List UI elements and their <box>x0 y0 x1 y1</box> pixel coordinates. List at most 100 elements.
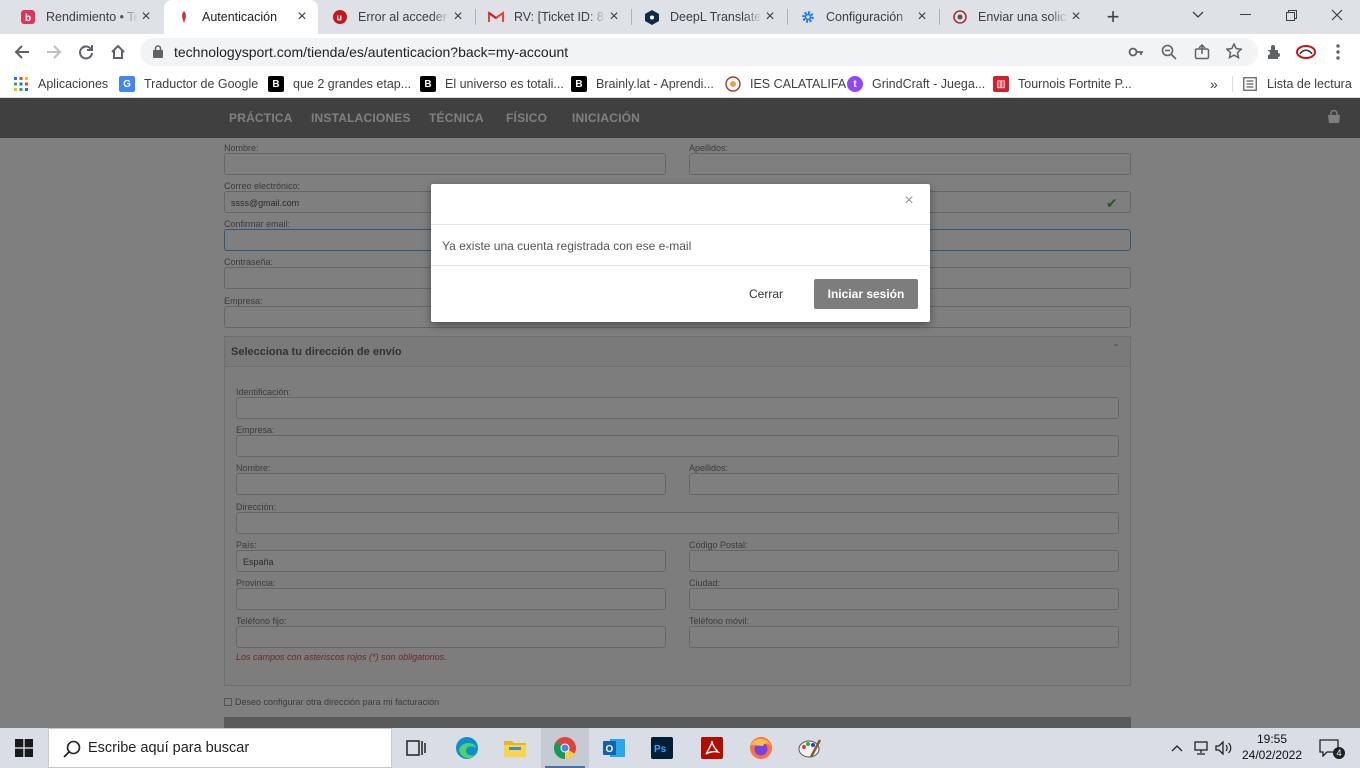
red-circle-icon: u <box>332 9 348 25</box>
gmail-icon <box>488 9 504 25</box>
dialog-message: Ya existe una cuenta registrada con ese … <box>442 239 692 253</box>
bookmark-ies-calatalifa[interactable]: IES CALATALIFA <box>725 75 846 93</box>
notifications-button[interactable]: 4 <box>1312 728 1346 768</box>
dialog-divider <box>431 265 930 266</box>
minimize-button[interactable] <box>1222 0 1268 30</box>
chrome-icon[interactable] <box>541 728 589 768</box>
firefox-icon[interactable] <box>737 728 785 768</box>
show-hidden-icons[interactable] <box>1166 728 1188 768</box>
tab-title: Enviar una solicit <box>978 10 1068 24</box>
tab-ticket-gmail[interactable]: RV: [Ticket ID: 81 × <box>476 0 630 34</box>
close-tab-icon[interactable]: × <box>138 8 154 25</box>
tab-enviar-solicitud[interactable]: Enviar una solicit × <box>940 0 1092 34</box>
bookmark-tournois-fortnite[interactable]: ▥ Tournois Fortnite P... <box>993 75 1132 93</box>
support-icon <box>952 9 968 25</box>
red-b-icon: b <box>20 9 36 25</box>
address-bar[interactable]: technologysport.com/tienda/es/autenticac… <box>140 38 1258 66</box>
tab-title: Configuración <box>826 10 904 24</box>
dialog-header <box>431 184 930 225</box>
network-icon[interactable] <box>1190 728 1212 768</box>
site-favicon <box>176 9 192 25</box>
browser-toolbar: technologysport.com/tienda/es/autenticac… <box>0 34 1360 70</box>
menu-icon[interactable] <box>1324 38 1352 66</box>
start-button[interactable] <box>0 728 48 768</box>
forward-button[interactable] <box>40 38 68 66</box>
tab-title: Rendimiento • Te <box>46 10 138 24</box>
close-tab-icon[interactable]: × <box>450 8 466 25</box>
close-window-button[interactable] <box>1314 0 1360 30</box>
reading-list-label: Lista de lectura <box>1267 77 1352 91</box>
gear-icon <box>800 9 816 25</box>
login-button[interactable]: Iniciar sesión <box>814 279 918 309</box>
brainly-icon: B <box>420 76 436 92</box>
close-tab-icon[interactable]: × <box>606 8 622 25</box>
bookmarks-bar: Aplicaciones G Traductor de Google B que… <box>0 70 1360 98</box>
bookmark-label: El universo es totali... <box>445 77 564 91</box>
paint-icon[interactable] <box>786 728 834 768</box>
tab-title: Error al acceder a <box>358 10 450 24</box>
task-view-icon[interactable] <box>392 728 440 768</box>
lock-icon[interactable] <box>153 45 163 63</box>
tab-deepl[interactable]: DeepL Translate × <box>632 0 786 34</box>
tab-configuracion[interactable]: Configuración × <box>788 0 938 34</box>
share-icon[interactable] <box>1194 43 1210 65</box>
bookmark-label: Aplicaciones <box>38 77 109 91</box>
windows-taskbar: Escribe aquí para buscar O Ps 19:55 24/0… <box>0 728 1360 768</box>
bookmark-brainly-1[interactable]: B que 2 grandes etap... <box>268 75 411 93</box>
edge-icon[interactable] <box>443 728 491 768</box>
clock-date: 24/02/2022 <box>1241 748 1303 762</box>
apps-grid-icon <box>13 76 29 92</box>
profile-avatar[interactable] <box>1292 38 1320 66</box>
bookmark-brainly-3[interactable]: B Brainly.lat - Aprendi... <box>571 75 714 93</box>
bookmark-brainly-2[interactable]: B El universo es totali... <box>420 75 564 93</box>
back-button[interactable] <box>8 38 36 66</box>
svg-text:u: u <box>337 13 343 23</box>
tab-search-icon[interactable] <box>1175 0 1221 30</box>
svg-text:b: b <box>25 13 31 24</box>
close-tab-icon[interactable]: × <box>294 8 310 25</box>
zoom-icon[interactable] <box>1161 44 1177 65</box>
close-tab-icon[interactable]: × <box>1068 8 1084 25</box>
tab-title: Autenticación <box>202 10 278 24</box>
tab-autenticacion[interactable]: Autenticación × <box>164 0 318 34</box>
bookmark-label: Traductor de Google <box>144 77 259 91</box>
home-button[interactable] <box>104 38 132 66</box>
taskbar-search[interactable]: Escribe aquí para buscar <box>48 728 392 768</box>
bookmark-aplicaciones[interactable]: Aplicaciones <box>13 75 108 93</box>
tab-title: DeepL Translate <box>670 10 762 24</box>
new-tab-button[interactable]: + <box>1101 4 1125 29</box>
close-button[interactable]: Cerrar <box>740 280 792 308</box>
bookmark-divider <box>1232 76 1233 92</box>
search-placeholder: Escribe aquí para buscar <box>88 740 250 756</box>
twitch-icon: t <box>847 76 863 92</box>
acrobat-icon[interactable] <box>688 728 736 768</box>
clock-time: 19:55 <box>1256 732 1288 746</box>
bookmark-traductor-google[interactable]: G Traductor de Google <box>119 75 258 93</box>
bookmark-label: Brainly.lat - Aprendi... <box>596 77 714 91</box>
bookmark-star-icon[interactable] <box>1225 42 1243 64</box>
bookmark-label: Tournois Fortnite P... <box>1018 77 1132 91</box>
url-text[interactable]: technologysport.com/tienda/es/autenticac… <box>174 44 568 60</box>
close-tab-icon[interactable]: × <box>914 8 930 25</box>
file-explorer-icon[interactable] <box>491 728 539 768</box>
photoshop-icon[interactable]: Ps <box>638 728 686 768</box>
reading-list-button[interactable]: Lista de lectura <box>1242 75 1352 93</box>
tab-rendimiento[interactable]: b Rendimiento • Te × <box>8 0 162 34</box>
tournament-icon: ▥ <box>993 76 1009 92</box>
svg-text:Ps: Ps <box>654 744 667 755</box>
taskbar-clock[interactable]: 19:55 24/02/2022 <box>1240 731 1304 763</box>
reload-button[interactable] <box>72 38 100 66</box>
ies-icon <box>725 76 741 92</box>
tab-error-acceder[interactable]: u Error al acceder a × <box>320 0 474 34</box>
svg-text:O: O <box>606 744 614 755</box>
close-icon[interactable]: × <box>902 192 916 209</box>
bookmark-grindcraft[interactable]: t GrindCraft - Juega... <box>847 75 985 93</box>
extensions-icon[interactable] <box>1260 38 1288 66</box>
tab-title: RV: [Ticket ID: 81 <box>514 10 606 24</box>
outlook-icon[interactable]: O <box>590 728 638 768</box>
close-tab-icon[interactable]: × <box>762 8 778 25</box>
more-bookmarks-chevron-icon[interactable]: » <box>1210 75 1218 93</box>
key-icon[interactable] <box>1128 44 1144 65</box>
restore-button[interactable] <box>1268 0 1314 30</box>
volume-icon[interactable] <box>1213 728 1235 768</box>
